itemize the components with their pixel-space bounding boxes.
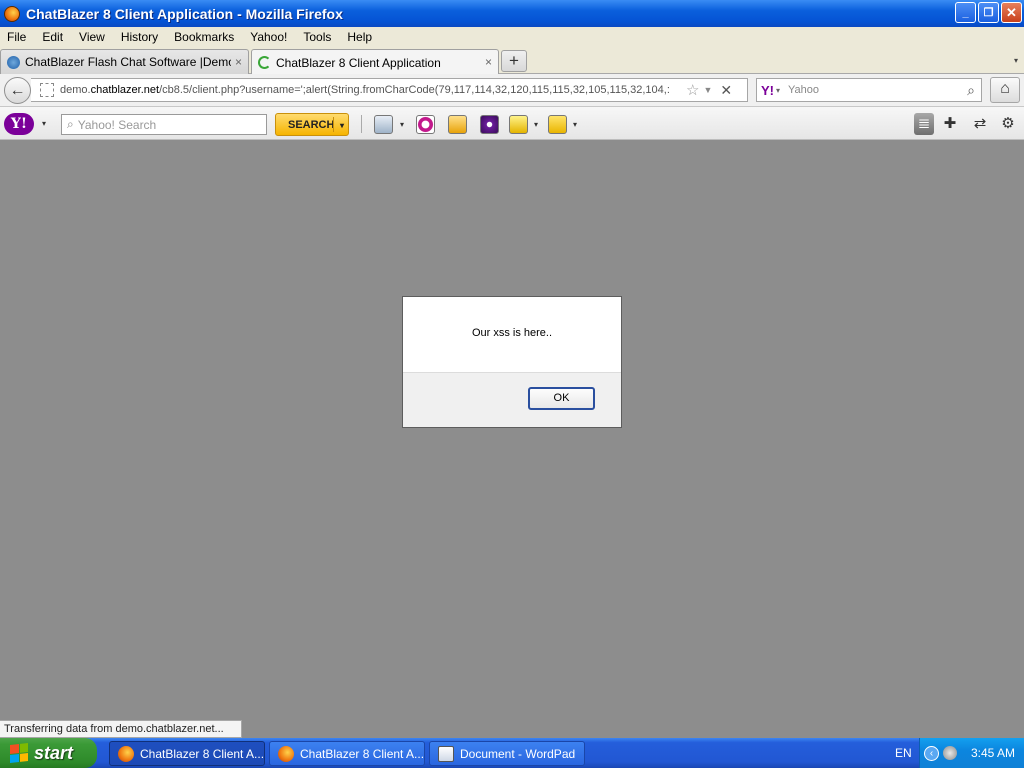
menu-history[interactable]: History xyxy=(121,30,158,44)
yahoo-search-placeholder: Yahoo! Search xyxy=(77,117,157,132)
yahoo-search-button[interactable]: SEARCH ▾ xyxy=(275,113,349,136)
url-bar[interactable]: demo.chatblazer.net/cb8.5/client.php?use… xyxy=(31,78,748,102)
firefox-icon xyxy=(278,745,294,762)
url-text[interactable]: demo.chatblazer.net/cb8.5/client.php?use… xyxy=(60,84,682,96)
show-hidden-icons-icon[interactable]: ‹ xyxy=(924,745,939,761)
menu-view[interactable]: View xyxy=(79,30,105,44)
tab-chatblazer-demo[interactable]: ChatBlazer Flash Chat Software |Demo C..… xyxy=(0,49,249,74)
taskbar-item-wordpad[interactable]: Document - WordPad xyxy=(429,741,585,766)
close-window-button[interactable]: ✕ xyxy=(1001,2,1022,23)
site-identity-icon[interactable] xyxy=(40,83,54,97)
bookmarks-toolbar-icon[interactable] xyxy=(374,115,393,134)
yahoo-toolbar: Y! ▾ ⌕ Yahoo! Search SEARCH ▾ ▾ ▾ ▾ ≣ ✚ … xyxy=(0,107,1024,140)
search-options-caret-icon[interactable]: ▾ xyxy=(340,121,344,130)
firefox-icon xyxy=(118,745,134,762)
tab-chatblazer-client[interactable]: ChatBlazer 8 Client Application × xyxy=(251,49,499,75)
site-favicon-icon xyxy=(7,55,20,69)
search-input[interactable]: Yahoo xyxy=(788,84,967,96)
search-icon: ⌕ xyxy=(67,117,74,131)
alert-dialog: Our xss is here.. OK xyxy=(402,296,622,428)
close-tab-icon[interactable]: × xyxy=(235,55,242,69)
search-button-label: SEARCH xyxy=(288,118,335,131)
ok-button[interactable]: OK xyxy=(528,387,595,410)
taskbar-item-firefox-1[interactable]: ChatBlazer 8 Client A... xyxy=(109,741,265,766)
menu-edit[interactable]: Edit xyxy=(42,30,63,44)
start-button[interactable]: start xyxy=(0,738,97,768)
folder-icon[interactable] xyxy=(448,115,467,134)
menu-bar: File Edit View History Bookmarks Yahoo! … xyxy=(0,27,1024,46)
clock: 3:45 AM xyxy=(971,746,1016,760)
home-button[interactable]: ⌂ xyxy=(990,77,1020,103)
alert-message: Our xss is here.. xyxy=(471,327,553,339)
windows-flag-icon xyxy=(10,743,28,763)
back-button[interactable]: ← xyxy=(4,77,31,104)
wordpad-icon xyxy=(438,745,454,762)
start-label: start xyxy=(34,742,74,763)
tab-list-arrow-icon[interactable]: ▾ xyxy=(1014,56,1018,65)
menu-tools[interactable]: Tools xyxy=(303,30,331,44)
tab-label: ChatBlazer Flash Chat Software |Demo C..… xyxy=(25,55,231,69)
stop-icon[interactable]: ✕ xyxy=(720,82,732,99)
bookmark-star-icon[interactable]: ☆ xyxy=(686,81,699,99)
window-titlebar[interactable]: ChatBlazer 8 Client Application - Mozill… xyxy=(0,0,1024,27)
tray-app-icon[interactable] xyxy=(943,746,957,760)
ebay-caret-icon[interactable]: ▾ xyxy=(573,120,577,129)
menu-yahoo[interactable]: Yahoo! xyxy=(250,30,287,44)
navigation-bar: ← demo.chatblazer.net/cb8.5/client.php?u… xyxy=(0,74,1024,107)
tab-label: ChatBlazer 8 Client Application xyxy=(276,55,441,70)
search-icon[interactable]: ⌕ xyxy=(967,82,975,99)
minimize-button[interactable]: _ xyxy=(955,2,976,23)
system-tray: ‹ 3:45 AM xyxy=(919,738,1024,768)
search-bar[interactable]: Y! ▾ Yahoo ⌕ xyxy=(756,78,982,102)
ebay-icon[interactable] xyxy=(548,115,567,134)
bookmarks-caret-icon[interactable]: ▾ xyxy=(400,120,404,129)
loading-spinner-icon xyxy=(258,56,271,69)
windows-taskbar: start ChatBlazer 8 Client A... ChatBlaze… xyxy=(0,738,1024,768)
yahoo-engine-icon[interactable]: Y! xyxy=(761,83,774,98)
window-title: ChatBlazer 8 Client Application - Mozill… xyxy=(26,5,343,22)
list-view-icon[interactable]: ≣ xyxy=(914,113,934,135)
yahoo-menu-caret-icon[interactable]: ▾ xyxy=(42,119,46,128)
tab-strip: ChatBlazer Flash Chat Software |Demo C..… xyxy=(0,46,1024,75)
flickr-icon[interactable] xyxy=(416,115,435,134)
taskbar-item-label: ChatBlazer 8 Client A... xyxy=(300,746,425,761)
taskbar-item-label: ChatBlazer 8 Client A... xyxy=(140,746,265,761)
page-content-area xyxy=(0,140,1024,738)
menu-help[interactable]: Help xyxy=(347,30,372,44)
url-history-dropdown-icon[interactable]: ▼ xyxy=(703,85,712,95)
menu-bookmarks[interactable]: Bookmarks xyxy=(174,30,234,44)
settings-icon[interactable]: ⚙ xyxy=(998,113,1018,135)
language-indicator[interactable]: EN xyxy=(895,746,912,760)
close-tab-icon[interactable]: × xyxy=(485,55,492,69)
add-icon[interactable]: ✚ xyxy=(940,113,960,135)
new-tab-button[interactable]: + xyxy=(501,50,527,72)
alert-bell-icon[interactable] xyxy=(509,115,528,134)
swap-icon[interactable]: ⇄ xyxy=(970,113,990,135)
settings-gear-app-icon[interactable] xyxy=(480,115,499,134)
menu-file[interactable]: File xyxy=(7,30,26,44)
engine-dropdown-icon[interactable]: ▾ xyxy=(776,86,780,95)
yahoo-search-input[interactable]: ⌕ Yahoo! Search xyxy=(61,114,267,135)
firefox-logo-icon xyxy=(4,5,20,22)
maximize-button[interactable]: ❐ xyxy=(978,2,999,23)
yahoo-logo-icon[interactable]: Y! xyxy=(4,113,34,135)
alerts-caret-icon[interactable]: ▾ xyxy=(534,120,538,129)
taskbar-item-label: Document - WordPad xyxy=(460,746,576,761)
taskbar-item-firefox-2[interactable]: ChatBlazer 8 Client A... xyxy=(269,741,425,766)
alert-button-area: OK xyxy=(403,372,621,427)
status-text: Transferring data from demo.chatblazer.n… xyxy=(0,720,242,738)
